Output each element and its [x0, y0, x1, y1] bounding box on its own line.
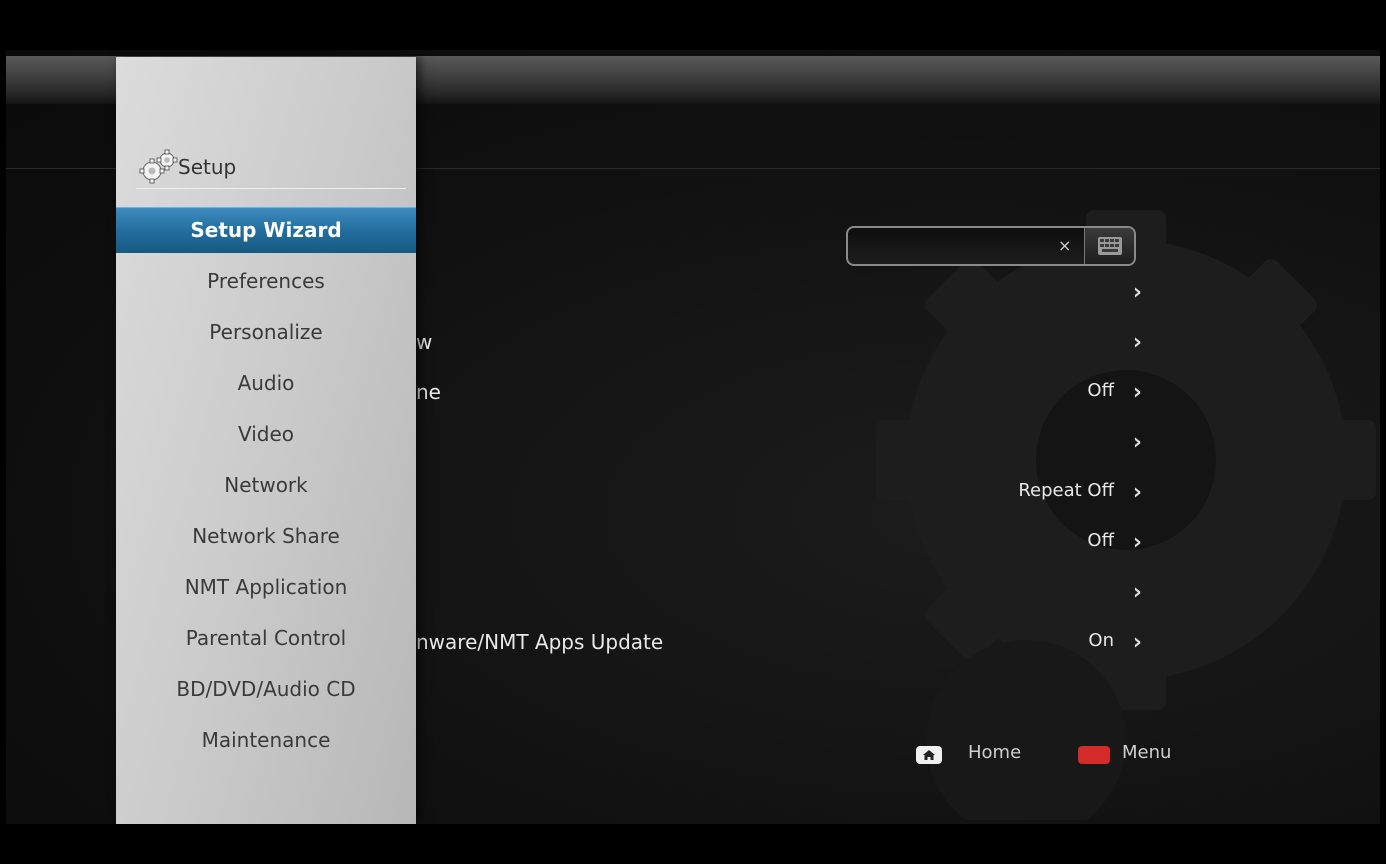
- clear-icon[interactable]: ×: [1058, 236, 1071, 255]
- menu-item-preferences[interactable]: Preferences: [116, 258, 416, 304]
- gears-icon: [139, 149, 178, 184]
- menu-item-personalize[interactable]: Personalize: [116, 309, 416, 355]
- chevron-right-icon: ›: [1132, 580, 1142, 605]
- setting-row-1[interactable]: ›: [416, 272, 1156, 316]
- red-key-icon[interactable]: [1078, 746, 1110, 764]
- home-label: Home: [968, 742, 1022, 763]
- menu-item-parental-control[interactable]: Parental Control: [116, 615, 416, 661]
- setting-row-4[interactable]: ›: [416, 422, 1156, 466]
- tv-screen: × › w › ne Off › › Repeat Off › Off › › …: [0, 0, 1386, 864]
- menu-item-network-share[interactable]: Network Share: [116, 513, 416, 559]
- setting-row-7[interactable]: ›: [416, 572, 1156, 616]
- chevron-right-icon: ›: [1132, 480, 1142, 505]
- chevron-right-icon: ›: [1132, 430, 1142, 455]
- setting-value: Repeat Off: [1018, 480, 1114, 501]
- chevron-right-icon: ›: [1132, 530, 1142, 555]
- footer-hints: Home Menu: [916, 740, 1186, 770]
- keyboard-icon[interactable]: [1084, 228, 1134, 264]
- chevron-right-icon: ›: [1132, 330, 1142, 355]
- setting-value: Off: [1087, 530, 1114, 551]
- setup-sidebar: Setup Setup Wizard Preferences Personali…: [116, 57, 416, 824]
- menu-item-nmt-application[interactable]: NMT Application: [116, 564, 416, 610]
- menu-item-video[interactable]: Video: [116, 411, 416, 457]
- setting-label: ne: [416, 380, 441, 404]
- keyboard-glyph: [1098, 237, 1122, 255]
- text-input-field[interactable]: ×: [846, 226, 1136, 266]
- sidebar-title: Setup: [178, 155, 237, 179]
- menu-item-maintenance[interactable]: Maintenance: [116, 717, 416, 763]
- menu-label: Menu: [1122, 742, 1172, 763]
- menu-item-network[interactable]: Network: [116, 462, 416, 508]
- setting-value: On: [1088, 630, 1114, 651]
- sidebar-header: Setup: [136, 149, 406, 189]
- setting-row-3[interactable]: ne Off ›: [416, 372, 1156, 416]
- setting-row-2[interactable]: w ›: [416, 322, 1156, 366]
- setting-row-6[interactable]: Off ›: [416, 522, 1156, 566]
- setting-label: w: [416, 330, 433, 354]
- setting-value: Off: [1087, 380, 1114, 401]
- menu-item-setup-wizard[interactable]: Setup Wizard: [116, 207, 416, 253]
- text-input[interactable]: [856, 234, 1046, 260]
- menu-item-bd-dvd-audio-cd[interactable]: BD/DVD/Audio CD: [116, 666, 416, 712]
- setup-screen: × › w › ne Off › › Repeat Off › Off › › …: [6, 50, 1380, 824]
- menu-item-audio[interactable]: Audio: [116, 360, 416, 406]
- chevron-right-icon: ›: [1132, 280, 1142, 305]
- chevron-right-icon: ›: [1132, 380, 1142, 405]
- setting-row-8[interactable]: nware/NMT Apps Update On ›: [416, 622, 1156, 666]
- home-icon[interactable]: [916, 746, 942, 764]
- setting-row-5[interactable]: Repeat Off ›: [416, 472, 1156, 516]
- setting-label: nware/NMT Apps Update: [416, 630, 664, 654]
- house-glyph: [923, 750, 935, 760]
- chevron-right-icon: ›: [1132, 630, 1142, 655]
